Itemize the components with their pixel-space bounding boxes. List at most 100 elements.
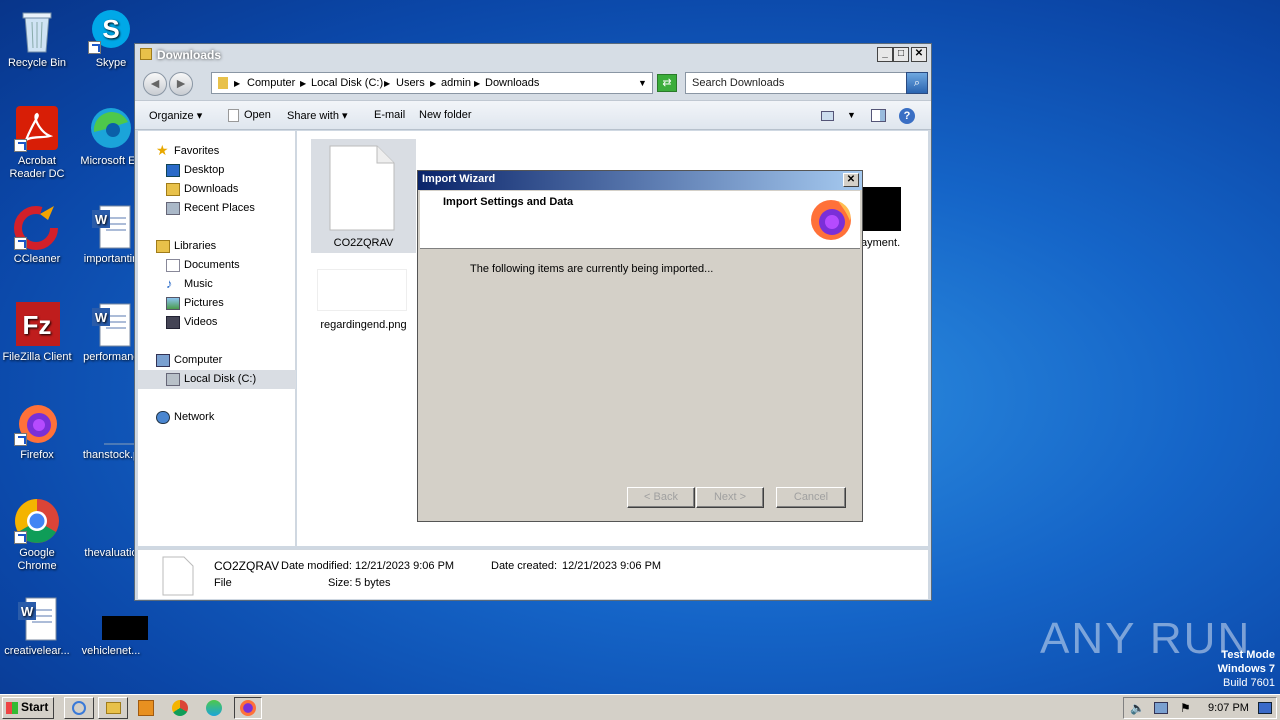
nav-item-desktop[interactable]: Desktop [138,161,296,180]
desktop-icon-firefox[interactable]: Firefox [0,400,74,462]
wizard-heading: Import Settings and Data [443,196,574,208]
help-icon[interactable]: ? [899,108,915,124]
breadcrumb-local-disk[interactable]: Local Disk (C:) [311,77,383,89]
taskbar-media-player-icon[interactable] [138,700,154,716]
details-created-label: Date created: [491,560,558,572]
blank-file-icon [329,145,395,231]
svg-text:W: W [95,212,108,227]
desktop-icon-label: vehiclenet... [81,645,141,657]
taskbar-firefox-button[interactable] [234,697,262,719]
show-desktop-icon[interactable] [1258,702,1272,714]
shortcut-arrow-icon [14,237,27,250]
minimize-button[interactable]: _ [877,47,893,62]
back-button[interactable]: < Back [627,487,695,508]
back-button[interactable]: ◄ [143,72,167,96]
desktop-icon-filezilla[interactable]: Fz FileZilla Client [0,302,74,364]
desktop-icon-vehiclenet[interactable]: vehiclenet... [74,596,148,658]
desktop-icon-ccleaner[interactable]: CCleaner [0,204,74,266]
maximize-button[interactable]: □ [893,47,909,62]
nav-item-favorites[interactable]: ★ Favorites [138,142,296,161]
music-icon: ♪ [166,276,173,291]
chrome-icon [14,498,60,544]
firefox-icon [14,400,60,446]
nav-item-videos[interactable]: Videos [138,313,296,332]
blank-image-icon [88,400,134,446]
breadcrumb-separator-icon: ▶ [474,79,481,88]
videos-icon [166,316,180,329]
network-tray-icon[interactable] [1154,702,1168,714]
desktop-icon [166,164,180,177]
firefox-icon [811,200,851,240]
desktop-icon-chrome[interactable]: Google Chrome [0,498,74,573]
shortcut-arrow-icon [14,433,27,446]
search-input[interactable]: Search Downloads [685,72,907,94]
start-button[interactable]: Start [2,697,54,719]
explorer-title: Downloads [157,48,222,62]
nav-item-libraries[interactable]: Libraries [138,237,296,256]
details-modified-value: 12/21/2023 9:06 PM [355,560,455,572]
desktop-icon-creativelear[interactable]: W creativelear... [0,596,74,658]
email-button[interactable]: E-mail [374,109,405,121]
details-type: File [214,577,232,589]
organize-button[interactable]: Organize ▾ [149,109,202,122]
view-dropdown-icon[interactable]: ▼ [847,110,856,120]
new-folder-button[interactable]: New folder [419,109,472,121]
blank-file-icon [162,556,194,596]
file-item-co2zqrav[interactable]: CO2ZQRAV [311,139,416,253]
pictures-icon [166,297,180,310]
taskbar-chrome-icon[interactable] [172,700,188,716]
search-icon[interactable]: ⌕ [906,72,928,94]
taskbar-clock[interactable]: 9:07 PM [1208,702,1249,714]
volume-icon[interactable]: 🔈 [1130,701,1145,715]
action-center-flag-icon[interactable]: ⚑ [1180,701,1191,715]
address-bar[interactable]: ▶ Computer ▶ Local Disk (C:) ▶ Users ▶ a… [211,72,653,94]
nav-item-documents[interactable]: Documents [138,256,296,275]
system-tray: 🔈 ⚑ 9:07 PM [1123,697,1277,719]
file-item-regardingend[interactable]: regardingend.png [311,263,416,343]
file-label: CO2ZQRAV [333,237,394,249]
desktop-icon-label: Recycle Bin [7,57,67,69]
svg-text:Fz: Fz [23,310,52,340]
view-options-icon[interactable] [821,111,834,121]
explorer-titlebar[interactable]: Downloads _ □ ✕ [135,44,931,66]
next-button[interactable]: Next > [696,487,764,508]
details-created-value: 12/21/2023 9:06 PM [562,560,662,572]
nav-item-recent-places[interactable]: Recent Places [138,199,296,218]
ccleaner-icon [14,204,60,250]
address-row: ◄ ► ▶ Computer ▶ Local Disk (C:) ▶ Users… [135,66,931,100]
taskbar-ie-button[interactable] [64,697,94,719]
refresh-icon[interactable]: ⇄ [657,74,677,92]
desktop-icon-recycle-bin[interactable]: Recycle Bin [0,8,74,70]
share-with-button[interactable]: Share with ▾ [287,109,348,122]
file-item-payment[interactable]: ayment. [861,187,923,253]
nav-item-local-disk[interactable]: Local Disk (C:) [138,370,296,389]
open-button[interactable]: Open [244,109,271,121]
nav-item-downloads[interactable]: Downloads [138,180,296,199]
nav-item-network[interactable]: Network [138,408,296,427]
preview-pane-icon[interactable] [871,109,886,122]
breadcrumb-users[interactable]: Users [396,77,425,89]
breadcrumb-computer[interactable]: Computer [247,77,295,89]
taskbar-explorer-button[interactable] [98,697,128,719]
folder-icon [106,702,121,714]
nav-item-music[interactable]: ♪ Music [138,275,296,294]
close-button[interactable]: ✕ [843,173,859,187]
forward-button[interactable]: ► [169,72,193,96]
taskbar-edge-icon[interactable] [206,700,222,716]
black-image-icon [88,596,148,642]
desktop-icon-acrobat[interactable]: Acrobat Reader DC [0,106,74,181]
word-document-icon: W [14,596,60,642]
breadcrumb-downloads[interactable]: Downloads [485,77,539,89]
nav-item-computer[interactable]: Computer [138,351,296,370]
cancel-button[interactable]: Cancel [776,487,846,508]
close-button[interactable]: ✕ [911,47,927,62]
details-modified-label: Date modified: [281,560,352,572]
wizard-titlebar[interactable]: Import Wizard ✕ [418,171,862,190]
windows-logo-icon [6,702,18,714]
downloads-folder-icon [166,183,180,196]
breadcrumb-admin[interactable]: admin [441,77,471,89]
desktop-icon-label: FileZilla Client [2,351,72,363]
nav-item-pictures[interactable]: Pictures [138,294,296,313]
computer-icon [156,354,170,367]
dropdown-arrow-icon[interactable]: ▼ [638,78,647,88]
